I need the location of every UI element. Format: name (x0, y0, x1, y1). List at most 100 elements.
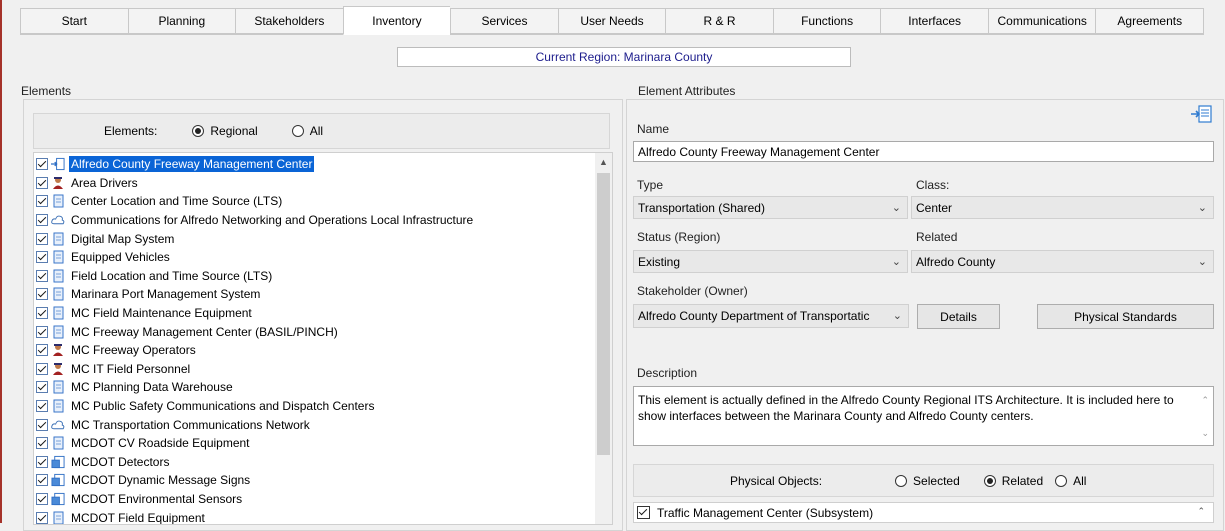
type-select[interactable]: Transportation (Shared) ⌄ (633, 196, 908, 219)
related-label: Related (916, 230, 958, 244)
name-field[interactable]: Alfredo County Freeway Management Center (633, 141, 1214, 162)
list-item-label: MC Planning Data Warehouse (71, 380, 233, 395)
tab-interfaces[interactable]: Interfaces (880, 8, 988, 34)
scroll-down-icon[interactable]: ⌄ (1201, 425, 1209, 441)
list-item[interactable]: MC Freeway Management Center (BASIL/PINC… (34, 322, 592, 341)
list-item-label: MC Freeway Management Center (BASIL/PINC… (71, 324, 338, 339)
list-item[interactable]: MCDOT CV Roadside Equipment (34, 434, 592, 453)
element-checkbox[interactable] (36, 232, 48, 245)
element-checkbox[interactable] (36, 307, 48, 320)
radio-selected[interactable]: Selected (895, 474, 960, 488)
tab-stakeholders[interactable]: Stakeholders (235, 8, 343, 34)
list-item-label: Alfredo County Freeway Management Center (69, 156, 315, 173)
element-checkbox[interactable] (36, 176, 48, 189)
physical-standards-button[interactable]: Physical Standards (1037, 304, 1214, 329)
document-icon (51, 399, 65, 413)
physical-object-checkbox[interactable] (637, 506, 650, 519)
tab-communications[interactable]: Communications (987, 8, 1096, 34)
radio-regional[interactable]: Regional (192, 124, 258, 138)
list-item[interactable]: MCDOT Detectors (34, 453, 592, 472)
type-label: Type (637, 178, 664, 192)
class-label: Class: (916, 178, 950, 192)
list-item[interactable]: MCDOT Dynamic Message Signs (34, 471, 592, 490)
list-item[interactable]: MCDOT Field Equipment (34, 508, 592, 524)
list-item[interactable]: Marinara Port Management System (34, 285, 592, 304)
list-item[interactable]: Equipped Vehicles (34, 248, 592, 267)
list-item[interactable]: Center Location and Time Source (LTS) (34, 192, 592, 211)
document-icon (51, 380, 65, 394)
details-button[interactable]: Details (917, 304, 1000, 329)
radio-all-objects[interactable]: All (1055, 474, 1086, 488)
radio-related-indicator (983, 474, 996, 487)
element-checkbox[interactable] (36, 251, 48, 264)
export-icon[interactable] (1190, 105, 1212, 123)
stakeholder-select[interactable]: Alfredo County Department of Transportat… (633, 304, 909, 328)
status-select-value: Existing (638, 254, 681, 269)
element-checkbox[interactable] (36, 492, 48, 505)
elements-group-title: Elements (21, 84, 72, 98)
tab-inventory[interactable]: Inventory (342, 6, 451, 35)
radio-related-label: Related (1001, 473, 1044, 488)
list-item-label: Communications for Alfredo Networking an… (71, 213, 474, 228)
scroll-up-icon[interactable]: ⌃ (1201, 392, 1209, 408)
element-checkbox[interactable] (36, 455, 48, 468)
list-item[interactable]: MC IT Field Personnel (34, 360, 592, 379)
scroll-up-icon[interactable]: ▲ (599, 157, 608, 167)
tab-r-r[interactable]: R & R (665, 8, 773, 34)
stakeholder-label: Stakeholder (Owner) (637, 284, 748, 298)
list-item[interactable]: Digital Map System (34, 229, 592, 248)
element-checkbox[interactable] (36, 418, 48, 431)
list-item[interactable]: Field Location and Time Source (LTS) (34, 267, 592, 286)
list-item[interactable]: MC Field Maintenance Equipment (34, 304, 592, 323)
element-checkbox[interactable] (36, 288, 48, 301)
list-item[interactable]: MC Public Safety Communications and Disp… (34, 397, 592, 416)
elements-filter-label: Elements: (104, 124, 158, 138)
tab-services[interactable]: Services (450, 8, 558, 34)
list-item[interactable]: MCDOT Environmental Sensors (34, 490, 592, 509)
elements-list-scrollbar[interactable]: ▲ (595, 153, 612, 524)
document-icon (51, 287, 65, 301)
related-select[interactable]: Alfredo County ⌄ (911, 250, 1214, 273)
scroll-up-icon[interactable]: ⌃ (1197, 506, 1205, 517)
radio-related[interactable]: Related (983, 473, 1044, 488)
element-checkbox[interactable] (36, 474, 48, 487)
stakeholder-select-value: Alfredo County Department of Transportat… (638, 309, 870, 323)
list-item[interactable]: Area Drivers (34, 174, 592, 193)
list-item-label: MCDOT Dynamic Message Signs (71, 473, 251, 488)
tab-agreements[interactable]: Agreements (1095, 8, 1205, 34)
list-item[interactable]: MC Transportation Communications Network (34, 415, 592, 434)
element-checkbox[interactable] (36, 158, 48, 171)
list-item[interactable]: MC Planning Data Warehouse (34, 378, 592, 397)
person-icon (51, 362, 65, 375)
element-checkbox[interactable] (36, 269, 48, 282)
element-checkbox[interactable] (36, 511, 48, 524)
scrollbar-thumb[interactable] (597, 173, 610, 455)
element-checkbox[interactable] (36, 195, 48, 208)
element-checkbox[interactable] (36, 325, 48, 338)
element-checkbox[interactable] (36, 362, 48, 375)
list-item-label: MC IT Field Personnel (71, 361, 191, 376)
element-checkbox[interactable] (36, 214, 48, 227)
physical-objects-filter-bar: Physical Objects: Selected Related All (633, 464, 1214, 497)
list-item[interactable]: MC Freeway Operators (34, 341, 592, 360)
tab-planning[interactable]: Planning (127, 8, 236, 34)
description-field[interactable]: This element is actually defined in the … (633, 386, 1214, 446)
radio-all[interactable]: All (291, 124, 323, 138)
list-item-label: Digital Map System (71, 231, 175, 246)
element-checkbox[interactable] (36, 381, 48, 394)
tab-user-needs[interactable]: User Needs (557, 8, 666, 34)
status-label: Status (Region) (637, 230, 721, 244)
list-item[interactable]: Communications for Alfredo Networking an… (34, 211, 592, 230)
tab-functions[interactable]: Functions (772, 8, 881, 34)
list-item-label: Center Location and Time Source (LTS) (71, 194, 283, 209)
element-checkbox[interactable] (36, 437, 48, 450)
status-select[interactable]: Existing ⌄ (633, 250, 908, 273)
element-checkbox[interactable] (36, 344, 48, 357)
elements-list-box[interactable]: Alfredo County Freeway Management Center… (33, 152, 613, 525)
window-edge (0, 0, 2, 523)
list-item[interactable]: Alfredo County Freeway Management Center (34, 155, 592, 174)
element-checkbox[interactable] (36, 400, 48, 413)
person-icon (51, 176, 65, 189)
tab-start[interactable]: Start (20, 8, 128, 34)
class-select[interactable]: Center ⌄ (911, 196, 1214, 219)
